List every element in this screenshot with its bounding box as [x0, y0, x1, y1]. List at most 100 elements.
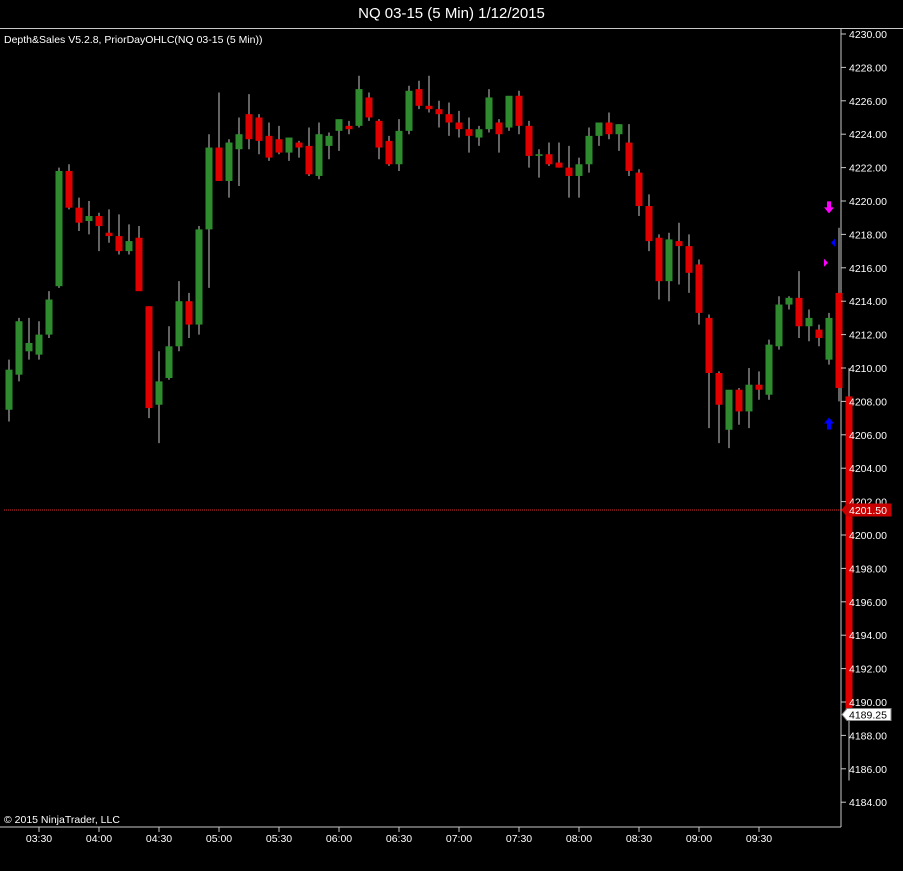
candle-body-up — [35, 334, 43, 355]
candle — [505, 95, 513, 131]
candle-body-down — [445, 114, 453, 123]
candle-body-down — [115, 236, 123, 252]
candle-body-up — [155, 381, 163, 405]
candle-body-down — [65, 170, 73, 208]
y-tick-label: 4198.00 — [849, 563, 887, 575]
candle-body-down — [455, 122, 463, 130]
candle-body-up — [205, 147, 213, 230]
candle-body-down — [95, 216, 103, 227]
candle-body-up — [825, 317, 833, 360]
candle-body-up — [535, 154, 543, 156]
prior-day-price-tag: 4201.50 — [841, 503, 892, 517]
x-tick-label: 09:30 — [746, 833, 772, 845]
candle-body-down — [715, 373, 723, 405]
y-tick-label: 4218.00 — [849, 229, 887, 241]
candle-body-down — [105, 232, 113, 237]
candle-body-up — [285, 137, 293, 153]
y-tick-label: 4216.00 — [849, 263, 887, 275]
candle-body-down — [215, 147, 223, 181]
candle-body-down — [605, 122, 613, 135]
last-price-tag: 4189.25 — [841, 708, 892, 722]
y-tick-label: 4194.00 — [849, 630, 887, 642]
candle-body-down — [305, 145, 313, 175]
candle-body-up — [225, 142, 233, 181]
x-tick-label: 08:30 — [626, 833, 652, 845]
candle-body-up — [315, 134, 323, 176]
candle-body-up — [5, 369, 13, 410]
candle-body-down — [515, 95, 523, 126]
candle — [195, 226, 203, 335]
candle-body-up — [805, 317, 813, 327]
candle — [765, 339, 773, 400]
y-tick-label: 4222.00 — [849, 163, 887, 175]
candle-body-down — [625, 142, 633, 171]
candle-body-up — [355, 89, 363, 126]
x-tick-label: 06:00 — [326, 833, 352, 845]
candle-body-up — [765, 344, 773, 395]
x-tick-label: 06:30 — [386, 833, 412, 845]
candle-body-down — [185, 301, 193, 325]
candle-body-up — [25, 342, 33, 352]
candle-body-down — [295, 142, 303, 148]
candle-body-down — [375, 120, 383, 148]
candle-body-up — [395, 130, 403, 165]
y-tick-label: 4226.00 — [849, 96, 887, 108]
candle-body-down — [645, 206, 653, 242]
y-tick-label: 4200.00 — [849, 530, 887, 542]
candle-body-down — [525, 125, 533, 156]
candle-body-up — [125, 241, 133, 252]
candle-body-up — [15, 321, 23, 375]
y-tick-label: 4224.00 — [849, 129, 887, 141]
candle-body-up — [585, 135, 593, 165]
candle-body-down — [795, 297, 803, 327]
plot-background — [0, 28, 903, 871]
last-price-tag-text: 4189.25 — [849, 710, 887, 722]
candle-body-down — [545, 154, 553, 165]
candle-body-up — [485, 97, 493, 130]
y-tick-label: 4206.00 — [849, 430, 887, 442]
candle-body-up — [475, 129, 483, 138]
candle — [65, 164, 73, 210]
candle-body-down — [705, 317, 713, 374]
candle-body-down — [555, 162, 563, 168]
y-tick-label: 4220.00 — [849, 196, 887, 208]
candle-body-up — [85, 216, 93, 222]
candle-body-up — [235, 134, 243, 150]
y-tick-label: 4190.00 — [849, 697, 887, 709]
candle-body-up — [595, 122, 603, 136]
candle-body-up — [575, 164, 583, 176]
x-tick-label: 07:30 — [506, 833, 532, 845]
candle-body-down — [385, 140, 393, 165]
x-tick-label: 03:30 — [26, 833, 52, 845]
x-tick-label: 07:00 — [446, 833, 472, 845]
prior-day-price-tag-text: 4201.50 — [849, 505, 887, 517]
candle-body-down — [755, 384, 763, 390]
candlestick-chart[interactable]: Depth&Sales V5.2.8, PriorDayOHLC(NQ 03-1… — [0, 28, 903, 871]
candle-body-down — [255, 117, 263, 141]
candle-body-up — [505, 95, 513, 128]
y-tick-label: 4188.00 — [849, 730, 887, 742]
candle — [145, 306, 153, 419]
y-tick-label: 4184.00 — [849, 797, 887, 809]
candle-body-down — [425, 105, 433, 110]
y-tick-label: 4204.00 — [849, 463, 887, 475]
y-tick-label: 4210.00 — [849, 363, 887, 375]
candle-body-down — [435, 109, 443, 115]
candle-body-up — [325, 135, 333, 146]
y-tick-label: 4208.00 — [849, 396, 887, 408]
candle-body-up — [195, 229, 203, 325]
candle-body-down — [735, 389, 743, 412]
y-tick-label: 4192.00 — [849, 664, 887, 676]
y-tick-label: 4214.00 — [849, 296, 887, 308]
candle-body-down — [365, 97, 373, 118]
candle — [405, 85, 413, 135]
x-tick-label: 08:00 — [566, 833, 592, 845]
candle-body-down — [815, 329, 823, 338]
candle-body-up — [665, 239, 673, 282]
candle-body-up — [745, 384, 753, 412]
candle-body-up — [165, 346, 173, 379]
y-tick-label: 4212.00 — [849, 330, 887, 342]
candle-body-up — [55, 170, 63, 287]
x-tick-label: 04:30 — [146, 833, 172, 845]
candle-body-down — [75, 207, 83, 223]
